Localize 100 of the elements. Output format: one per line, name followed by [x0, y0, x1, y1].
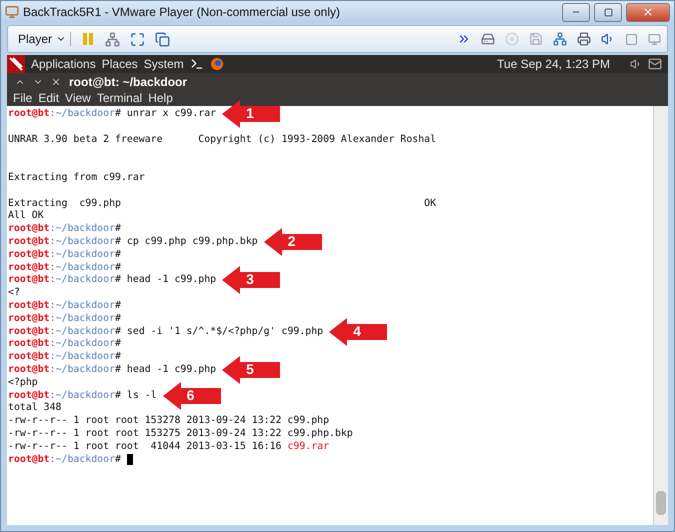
prompt-path: :~/backdoor: [50, 223, 116, 236]
callout-number: 6: [186, 386, 194, 403]
output-text: UNRAR 3.90 beta 2 freeware Copyright (c) 1993-2009 Alexander Roshal: [8, 134, 436, 146]
prompt-user: root@bt: [8, 312, 50, 326]
callout-arrow: [329, 318, 388, 346]
callout-number: 2: [288, 232, 296, 249]
hard-drive-icon[interactable]: [481, 32, 495, 46]
terminal-title: root@bt: ~/backdoor: [69, 74, 188, 88]
output-text: Extracting from c99.rar: [8, 172, 145, 185]
command-text: sed -i '1 s/^.*$/<?php/g' c99.php: [126, 326, 324, 338]
window-title: BackTrack5R1 - VMware Player (Non-commercial use only): [23, 5, 341, 19]
prompt-symbol: #: [115, 351, 121, 364]
prompt-user: root@bt: [8, 454, 50, 466]
prompt-path: :~/backdoor: [50, 108, 116, 121]
prompt-path: :~/backdoor: [50, 326, 116, 338]
prompt-symbol: #: [115, 338, 121, 352]
prompt-path: :~/backdoor: [50, 248, 116, 262]
logo-icon[interactable]: [7, 55, 25, 73]
terminal-icon[interactable]: [190, 57, 204, 71]
output-text: <?: [8, 287, 20, 300]
menu-item[interactable]: Edit: [38, 91, 60, 105]
output-text: Extracting c99.php OK: [8, 198, 436, 210]
close-icon[interactable]: [51, 76, 61, 86]
prompt-symbol: #: [115, 312, 121, 326]
window-icon[interactable]: [155, 32, 170, 46]
output-text: <?php: [8, 376, 38, 390]
output-text: -rw-r--r-- 1 root root 153278 2013-09-24 13:22 c99.php: [8, 415, 330, 428]
prompt-user: root@bt: [8, 223, 50, 236]
prompt-path: :~/backdoor: [50, 351, 116, 364]
menu-item[interactable]: View: [65, 91, 91, 105]
archive-name: c99.rar: [287, 440, 330, 454]
command-text: unrar x c99.rar: [126, 108, 216, 121]
prompt-symbol: #: [115, 236, 121, 249]
close-button[interactable]: [626, 2, 670, 22]
volume-icon[interactable]: [630, 58, 642, 70]
callout-arrow: [222, 266, 280, 294]
browser-icon[interactable]: [210, 57, 224, 71]
network-icon[interactable]: [553, 32, 567, 46]
prompt-path: :~/backdoor: [50, 300, 116, 313]
prompt-path: :~/backdoor: [50, 274, 116, 288]
panel-menu[interactable]: Applications: [31, 57, 96, 71]
maximize-button[interactable]: [594, 2, 622, 22]
menu-item[interactable]: Terminal: [96, 91, 142, 105]
menu-item[interactable]: File: [13, 91, 32, 105]
output-text: -rw-r--r-- 1 root root 41044 2013-03-15 16:16: [8, 440, 282, 454]
command-text: head -1 c99.php: [126, 274, 216, 288]
clock[interactable]: Tue Sep 24, 1:23 PM: [497, 57, 610, 71]
prompt-symbol: #: [115, 390, 121, 402]
prompt-user: root@bt: [8, 338, 50, 352]
prompt-symbol: #: [115, 364, 121, 377]
callout-number: 5: [246, 360, 254, 377]
callout-arrow: [162, 382, 221, 410]
prompt-symbol: #: [115, 454, 121, 466]
mail-icon[interactable]: [648, 57, 662, 71]
command-text: ls -l: [126, 390, 157, 402]
prompt-symbol: #: [115, 326, 121, 338]
menu-item[interactable]: Help: [148, 91, 173, 105]
prompt-symbol: #: [115, 300, 121, 313]
fullscreen-icon[interactable]: [130, 32, 146, 46]
app-icon: [5, 5, 19, 19]
prompt-user: root@bt: [8, 248, 50, 262]
printer-icon[interactable]: [577, 32, 591, 46]
prompt-user: root@bt: [8, 300, 50, 313]
callout-number: 3: [246, 271, 254, 288]
device-icon[interactable]: [625, 32, 638, 46]
network-icon[interactable]: [105, 32, 120, 46]
prompt-user: root@bt: [8, 274, 50, 288]
prompt-symbol: #: [115, 108, 121, 121]
close-icon: [642, 6, 654, 18]
maximize-icon: [604, 8, 612, 16]
prompt-user: root@bt: [8, 236, 50, 249]
prompt-path: :~/backdoor: [50, 262, 116, 274]
callout-number: 4: [353, 322, 361, 339]
prompt-path: :~/backdoor: [50, 338, 116, 352]
prompt-symbol: #: [115, 223, 121, 236]
prompt-symbol: #: [115, 248, 121, 262]
prompt-path: :~/backdoor: [50, 364, 116, 377]
prompt-user: root@bt: [8, 326, 50, 338]
prompt-user: root@bt: [8, 108, 50, 121]
output-text: total 348: [8, 402, 62, 416]
player-menu[interactable]: Player: [14, 32, 72, 46]
callout-arrow: [222, 356, 280, 384]
prompt-path: :~/backdoor: [50, 312, 116, 326]
panel-menu[interactable]: System: [144, 57, 184, 71]
prompt-user: root@bt: [8, 364, 50, 377]
output-text: -rw-r--r-- 1 root root 153275 2013-09-24 13:22 c99.php.bkp: [8, 428, 353, 441]
prompt-user: root@bt: [8, 351, 50, 364]
prompt-user: root@bt: [8, 390, 50, 402]
prompt-user: root@bt: [8, 262, 50, 274]
panel-menu[interactable]: Places: [102, 57, 138, 71]
prompt-symbol: #: [115, 274, 121, 288]
prompt-path: :~/backdoor: [50, 236, 116, 249]
prompt-path: :~/backdoor: [50, 454, 116, 466]
output-text: All OK: [8, 210, 44, 224]
command-text: cp c99.php c99.php.bkp: [126, 236, 258, 249]
callout-number: 1: [246, 105, 254, 121]
scrollbar[interactable]: [653, 106, 668, 525]
prompt-path: :~/backdoor: [50, 390, 116, 402]
callout-arrow: [264, 228, 322, 256]
callout-arrow: [222, 100, 280, 128]
